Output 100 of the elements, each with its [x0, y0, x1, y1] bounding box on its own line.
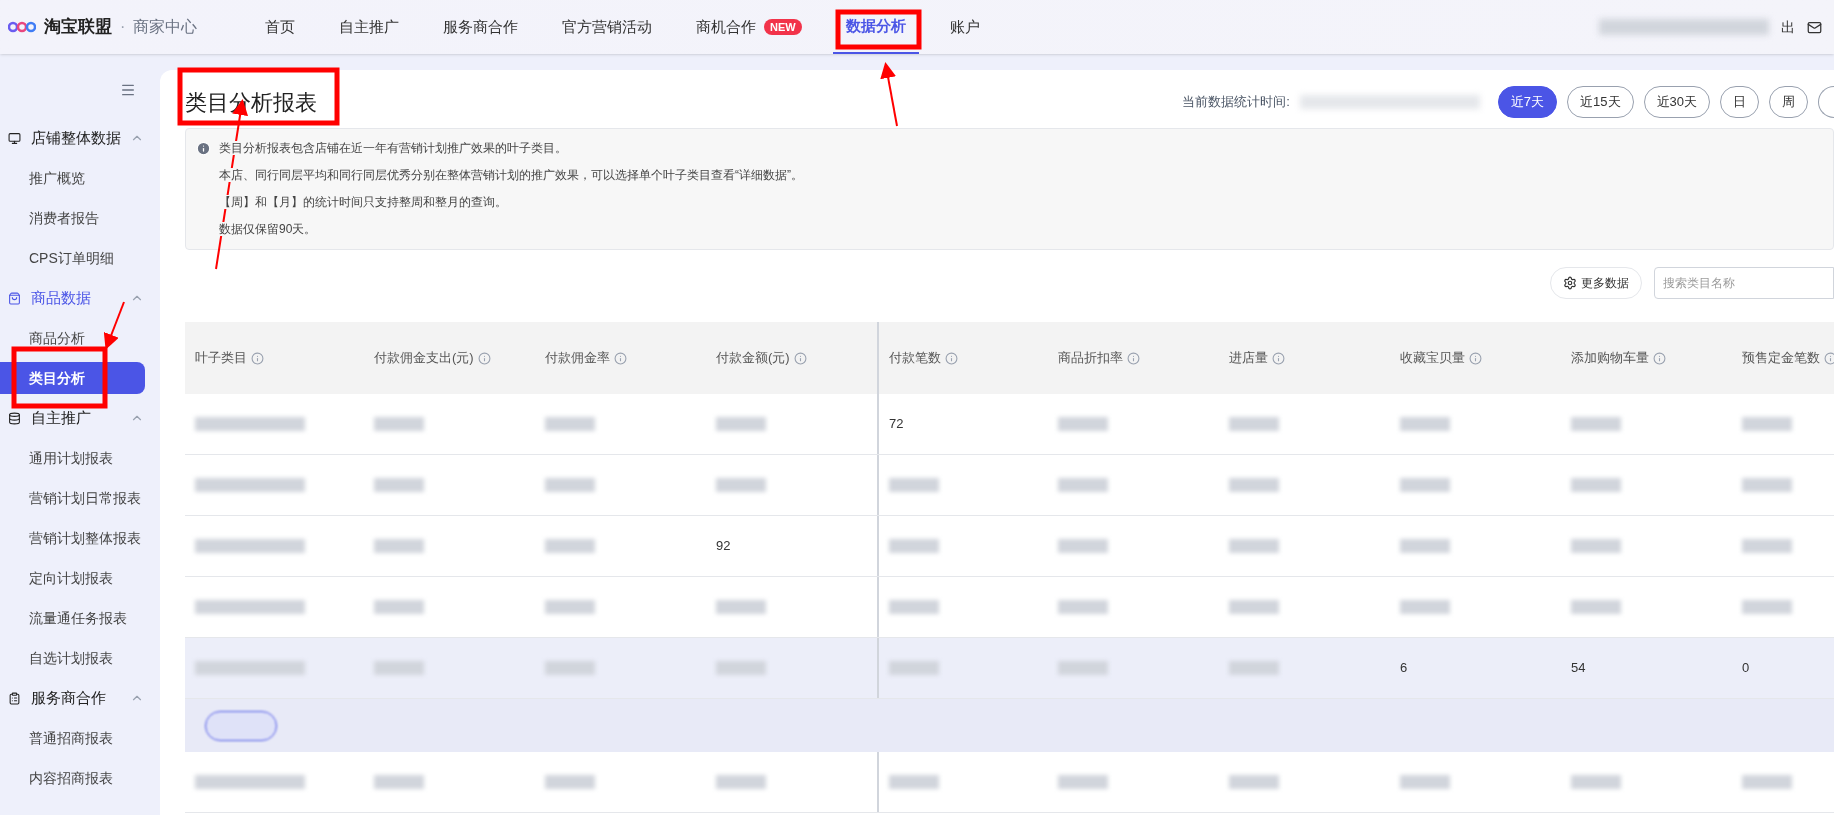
new-badge: NEW: [764, 19, 802, 35]
info-icon: [1272, 351, 1285, 365]
nav-tab[interactable]: 服务商合作: [430, 0, 531, 54]
column-header: 付款佣金支出(元): [364, 322, 535, 394]
column-header: 预售定金笔数: [1732, 322, 1834, 394]
sidebar-group[interactable]: 店铺整体数据: [0, 118, 160, 158]
table-cell-text: 72: [889, 415, 904, 434]
redacted-block: [889, 775, 939, 789]
redacted-block: [545, 539, 595, 553]
redacted-block: [545, 478, 595, 492]
sidebar-item[interactable]: 普通招商报表: [0, 722, 145, 754]
mail-icon[interactable]: [1807, 19, 1822, 35]
info-icon: [614, 351, 627, 365]
redacted-block: [1058, 478, 1108, 492]
redacted-block: [1229, 539, 1279, 553]
info-icon: [477, 351, 491, 365]
nav-tab[interactable]: 数据分析: [832, 0, 919, 54]
column-header: 收藏宝贝量: [1390, 322, 1561, 394]
redacted-block: [1400, 539, 1450, 553]
redacted-block: [889, 478, 939, 492]
nav-tab[interactable]: 账户: [936, 0, 993, 54]
redacted-block: [1742, 775, 1792, 789]
redacted-block: [1742, 478, 1792, 492]
info-icon: [251, 351, 264, 365]
redacted-block: [1229, 478, 1279, 492]
sidebar-item[interactable]: 定向计划报表: [0, 562, 145, 594]
sidebar-item[interactable]: 推广概览: [0, 162, 145, 194]
sidebar-item[interactable]: 通用计划报表: [0, 442, 145, 474]
time-label: 当前数据统计时间:: [1182, 93, 1290, 112]
sidebar-item[interactable]: 内容招商报表: [0, 762, 145, 794]
redacted-block: [1400, 478, 1450, 492]
logo-icon: [8, 20, 36, 34]
menu-icon[interactable]: [120, 82, 136, 98]
brand-name: 淘宝联盟: [44, 16, 112, 39]
info-icon: [196, 141, 211, 156]
redacted-block: [374, 478, 424, 492]
redacted-block: [374, 539, 424, 553]
sidebar-item[interactable]: 消费者报告: [0, 202, 145, 234]
range-button[interactable]: 近30天: [1643, 86, 1710, 118]
range-button[interactable]: 近15天: [1567, 86, 1634, 118]
sidebar-item[interactable]: 自选计划报表: [0, 642, 145, 674]
settings-icon: [1563, 276, 1577, 290]
search-field[interactable]: 搜索类目名称: [1654, 267, 1834, 299]
annotation-arrow: [103, 301, 125, 350]
nav-tab[interactable]: 自主推广: [326, 0, 412, 54]
sidebar-group[interactable]: 商品数据: [0, 278, 160, 318]
group-icon: [8, 411, 21, 425]
redacted-block: [1400, 417, 1450, 431]
brand-subtitle: 商家中心: [133, 17, 198, 37]
sidebar-group[interactable]: 服务商合作: [0, 678, 160, 718]
logout-link[interactable]: 出: [1781, 16, 1795, 38]
sidebar-item[interactable]: 流量通任务报表: [0, 602, 145, 634]
info-icon: [1469, 351, 1482, 365]
redacted-block: [1400, 775, 1450, 789]
sidebar-item[interactable]: 营销计划日常报表: [0, 482, 145, 514]
column-header: 付款佣金率: [535, 322, 706, 394]
group-icon: [8, 131, 21, 145]
redacted-block: [1058, 661, 1108, 675]
group-icon: [8, 691, 21, 705]
redacted-block: [716, 775, 766, 789]
redacted-block: [1400, 600, 1450, 614]
redacted-block: [374, 600, 424, 614]
redacted-block: [374, 661, 424, 675]
nav-tab[interactable]: 首页: [252, 0, 308, 54]
redacted-block: [1571, 600, 1621, 614]
range-button[interactable]: 近7天: [1497, 86, 1558, 118]
redacted-block: [545, 417, 595, 431]
redacted-block: [374, 417, 424, 431]
sidebar-item[interactable]: 类目分析: [0, 362, 145, 394]
sidebar-item[interactable]: CPS订单明细: [0, 242, 145, 274]
column-header: 付款金额(元): [706, 322, 877, 394]
nav-tab[interactable]: 官方营销活动: [549, 0, 665, 54]
sidebar-item[interactable]: 营销计划整体报表: [0, 522, 145, 554]
redacted-block: [889, 661, 939, 675]
sidebar-item[interactable]: 商品分析: [0, 322, 145, 354]
redacted-block: [1571, 775, 1621, 789]
table-cell-text: 6: [1400, 659, 1408, 678]
info-icon: [945, 351, 958, 365]
sidebar-group[interactable]: 自主推广: [0, 398, 160, 438]
nav-tab[interactable]: 商机合作 NEW: [683, 0, 815, 54]
redacted-block: [374, 775, 424, 789]
annotation-arrow: [880, 62, 898, 127]
redacted-block: [716, 600, 766, 614]
column-header: 叶子类目: [185, 322, 364, 394]
redacted-block: [1229, 661, 1279, 675]
redacted-block: [1229, 600, 1279, 614]
redacted-block: [1742, 417, 1792, 431]
column-header: 商品折扣率: [1048, 322, 1219, 394]
brand-separator: ·: [120, 17, 126, 37]
redacted-block: [1229, 417, 1279, 431]
range-button[interactable]: 周: [1769, 86, 1808, 118]
redacted-block: [1742, 539, 1792, 553]
redacted-block: [1571, 539, 1621, 553]
redacted-block: [1571, 478, 1621, 492]
column-header: 添加购物车量: [1561, 322, 1732, 394]
table-cell-text: 0: [1742, 659, 1750, 678]
info-icon: [1127, 351, 1140, 365]
redacted-block: [889, 600, 939, 614]
range-button[interactable]: 日: [1720, 86, 1759, 118]
redacted-block: [545, 775, 595, 789]
